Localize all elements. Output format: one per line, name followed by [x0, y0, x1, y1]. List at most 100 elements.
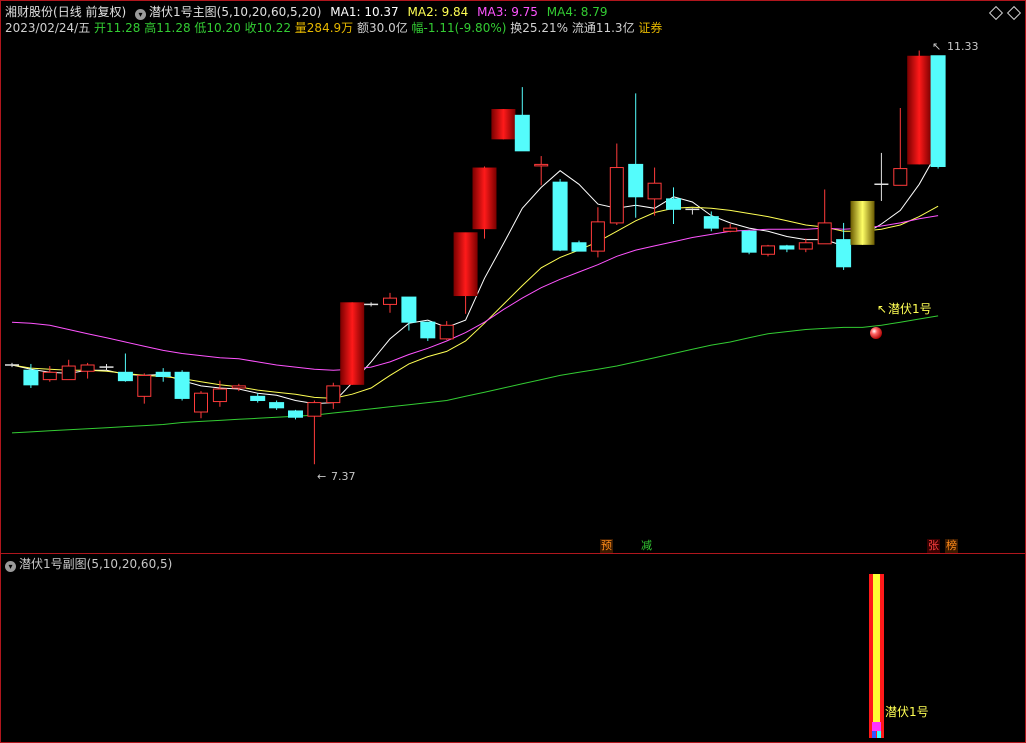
signal-arrow: ↖ [877, 302, 887, 316]
candle [703, 211, 719, 232]
candle [80, 362, 95, 379]
sub-chart: 潜伏1号 [869, 574, 929, 738]
candle-body [647, 182, 662, 200]
candle [364, 302, 379, 307]
candle-body [571, 242, 587, 252]
candle [288, 409, 303, 420]
candle-body [907, 55, 932, 165]
candle [269, 400, 285, 410]
candle-body [453, 232, 478, 297]
candle-body [836, 239, 852, 268]
candle-body [893, 168, 908, 186]
candle [194, 391, 208, 419]
candle-body [798, 242, 813, 250]
candle [117, 353, 133, 382]
candle [761, 244, 775, 257]
candle [723, 223, 738, 233]
sub-signal-cyan [877, 731, 881, 738]
sub-signal-blue [872, 731, 876, 738]
candle-body [685, 208, 700, 211]
candle [741, 230, 757, 255]
candle-body [666, 198, 681, 210]
candle-body [137, 374, 152, 397]
candle-body [174, 371, 190, 399]
ma-line-ma4 [11, 315, 939, 434]
candle-body [5, 364, 19, 366]
candle [383, 292, 397, 313]
candle [99, 363, 114, 371]
candle [647, 167, 662, 216]
candle-body [850, 200, 875, 245]
candle-body [590, 221, 605, 252]
kline-chart[interactable]: ← 7.37 ↖ 11.33 ↖ 潜伏1号 潜伏1号 [0, 0, 1026, 743]
candle [401, 296, 417, 331]
candle [439, 321, 454, 340]
candle [174, 370, 190, 401]
candle-body [703, 216, 719, 229]
candle [552, 179, 568, 252]
candle-body [420, 321, 436, 339]
candle [907, 50, 932, 165]
candle [326, 382, 341, 409]
candle-body [340, 302, 365, 385]
candle-body [42, 371, 57, 381]
candle [61, 359, 76, 381]
candle [779, 244, 795, 253]
candle-body [307, 402, 322, 417]
candle-body [741, 230, 757, 253]
candle-body [874, 183, 889, 186]
candle-body [212, 388, 227, 403]
candle-body [117, 371, 133, 382]
candle-body [250, 395, 266, 402]
candle [571, 240, 587, 252]
candle [930, 55, 946, 169]
candle-body [99, 366, 114, 368]
high-mark-label: 11.33 [947, 40, 979, 53]
candle-body [552, 181, 568, 251]
candle [534, 156, 549, 186]
candle-body [155, 371, 171, 377]
low-mark-arrow: ← [317, 470, 326, 483]
candle [874, 152, 889, 201]
candle-body [61, 365, 76, 381]
candle [628, 93, 644, 218]
candle [893, 107, 908, 186]
candle [798, 238, 813, 253]
candle [685, 208, 700, 215]
candle-body [439, 324, 454, 340]
candle [472, 166, 497, 239]
candle [609, 143, 624, 226]
candle-body [194, 392, 208, 413]
low-mark-label: 7.37 [331, 470, 356, 483]
candle-body [383, 297, 397, 305]
candle [420, 321, 436, 341]
candle-body [491, 109, 516, 140]
sub-signal-label: 潜伏1号 [885, 705, 929, 719]
candle-body [628, 163, 644, 198]
candle [340, 302, 365, 385]
candle-body [23, 369, 39, 386]
candle-body [930, 55, 946, 167]
candle [514, 87, 530, 152]
candle-body [288, 410, 303, 418]
candles [5, 50, 946, 465]
signal-ball-icon [870, 327, 882, 339]
candle [666, 187, 681, 224]
candle [850, 200, 875, 245]
candle [250, 393, 266, 403]
candle-body [269, 402, 285, 409]
candle-body [817, 222, 832, 245]
sub-signal-magenta [872, 722, 881, 731]
sub-signal-bar-inner [873, 574, 880, 724]
candle-body [609, 167, 624, 224]
candle-body [472, 167, 497, 230]
candle [307, 400, 322, 465]
candle-body [779, 245, 795, 250]
candle-body [514, 114, 530, 152]
candle-body [761, 245, 775, 255]
candle [42, 366, 57, 382]
high-mark-arrow: ↖ [932, 40, 941, 53]
annotation-marks: ← 7.37 ↖ 11.33 ↖ 潜伏1号 [317, 40, 979, 483]
candle-body [534, 163, 549, 167]
candle [137, 373, 152, 404]
